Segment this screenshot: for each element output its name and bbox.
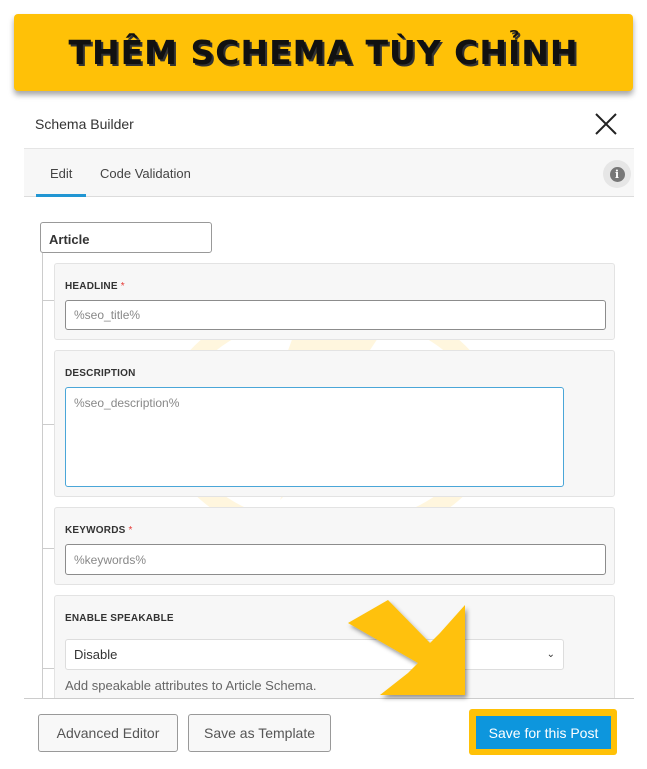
pointer-arrow-icon [348,600,465,695]
tab-bar: Edit Code Validation i [24,148,634,197]
active-tab-indicator [36,194,86,197]
tree-branch [42,548,54,549]
save-for-post-button[interactable]: Save for this Post [476,716,611,749]
keywords-input[interactable]: %keywords% [65,544,606,575]
info-button[interactable]: i [603,160,631,188]
tab-edit[interactable]: Edit [50,166,72,181]
tree-branch [42,300,54,301]
schema-type-field[interactable]: Article [40,222,212,253]
banner-title: THÊM SCHEMA TÙY CHỈNH [68,33,579,72]
info-icon: i [609,166,625,182]
headline-input[interactable]: %seo_title% [65,300,606,330]
keywords-card: KEYWORDS * %keywords% [54,507,615,585]
description-label: DESCRIPTION [65,368,136,379]
speakable-help: Add speakable attributes to Article Sche… [65,678,317,693]
chevron-down-icon: ⌄ [546,649,555,660]
headline-card: HEADLINE * %seo_title% [54,263,615,340]
speakable-label: ENABLE SPEAKABLE [65,613,174,624]
title-banner: THÊM SCHEMA TÙY CHỈNH [14,14,633,91]
close-icon[interactable] [592,110,620,138]
tree-branch [42,668,54,669]
tree-line [42,253,43,698]
tab-code-validation[interactable]: Code Validation [100,166,191,181]
tree-branch [42,424,54,425]
save-as-template-button[interactable]: Save as Template [188,714,331,752]
description-card: DESCRIPTION %seo_description% [54,350,615,497]
keywords-label: KEYWORDS * [65,525,133,536]
description-textarea[interactable]: %seo_description% [65,387,564,487]
dialog-title: Schema Builder [35,116,134,132]
speakable-selected-value: Disable [74,647,118,662]
advanced-editor-button[interactable]: Advanced Editor [38,714,178,752]
headline-label: HEADLINE * [65,281,125,292]
speakable-card: ENABLE SPEAKABLE Disable ⌄ Add speakable … [54,595,615,705]
